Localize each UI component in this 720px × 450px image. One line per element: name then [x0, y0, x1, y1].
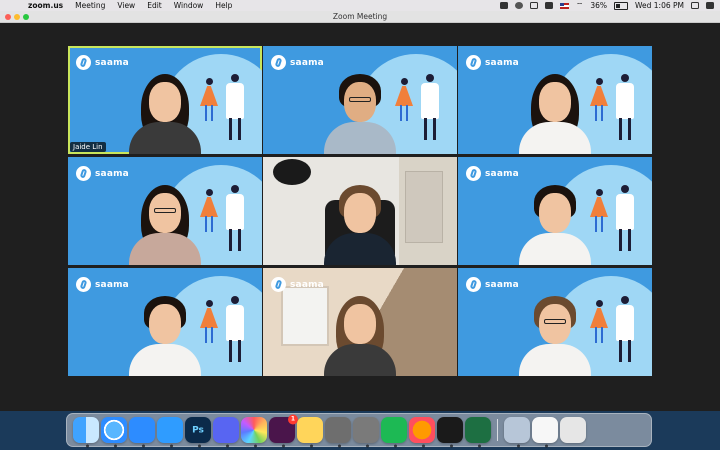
menu-clock[interactable]: Wed 1:06 PM [635, 0, 684, 11]
firefox-icon[interactable] [409, 417, 435, 448]
dock: Ps 1 [66, 413, 652, 448]
saama-logo-text: saama [95, 279, 129, 290]
saama-logo-text: saama [485, 57, 519, 68]
safari-icon[interactable] [101, 417, 127, 448]
participant-tile[interactable]: saama [458, 46, 652, 154]
menu-bar: zoom.us Meeting View Edit Window Help ⌔ … [0, 0, 720, 11]
saama-logo-icon [76, 166, 91, 181]
participant-video [320, 175, 400, 265]
document-icon[interactable] [532, 417, 558, 448]
doctor-illustration [614, 74, 636, 140]
window-titlebar[interactable]: Zoom Meeting [0, 11, 720, 23]
gallery-view: saama Jaide Lin saama saama saama saama … [68, 46, 652, 382]
microphone-icon [273, 159, 311, 185]
participant-video [125, 175, 205, 265]
zoom-icon[interactable] [129, 417, 155, 448]
participant-tile[interactable]: saama [68, 268, 262, 376]
control-center-icon[interactable] [706, 2, 714, 9]
participant-tile[interactable]: saama [263, 46, 457, 154]
doctor-illustration [419, 74, 441, 140]
zoom-status-icon[interactable] [499, 2, 508, 9]
participant-video [125, 286, 205, 376]
saama-logo-icon [76, 277, 91, 292]
display-icon[interactable] [529, 2, 538, 9]
preview-icon[interactable] [504, 417, 530, 448]
menu-app[interactable]: zoom.us [28, 0, 63, 11]
saama-logo: saama [76, 277, 129, 292]
input-source-flag-icon[interactable] [559, 2, 569, 9]
discord-icon[interactable] [213, 417, 239, 448]
saama-logo-text: saama [485, 279, 519, 290]
participant-tile[interactable] [263, 157, 457, 265]
spotify-icon[interactable] [381, 417, 407, 448]
doctor-illustration [614, 185, 636, 251]
messages-icon[interactable] [157, 417, 183, 448]
participant-tile[interactable]: saama [458, 157, 652, 265]
zoom-window: Zoom Meeting saama Jaide Lin saama saama… [0, 11, 720, 411]
saama-logo-icon [76, 55, 91, 70]
finder-icon[interactable] [73, 417, 99, 448]
dock-separator [497, 419, 498, 441]
participant-video [515, 286, 595, 376]
participant-tile[interactable]: saama [458, 268, 652, 376]
saama-logo-icon [466, 55, 481, 70]
saama-logo-icon [271, 277, 286, 292]
volume-icon[interactable] [544, 2, 553, 9]
saama-logo: saama [271, 277, 324, 292]
slack-icon[interactable]: 1 [269, 414, 298, 448]
saama-logo-text: saama [95, 168, 129, 179]
doctor-illustration [224, 296, 246, 362]
saama-logo: saama [466, 166, 519, 181]
window-title: Zoom Meeting [332, 12, 388, 21]
trash-icon[interactable] [560, 417, 586, 443]
saama-logo-text: saama [290, 57, 324, 68]
doctor-illustration [224, 74, 246, 140]
menu-view[interactable]: View [117, 0, 135, 11]
excel-icon[interactable] [465, 417, 491, 448]
saama-logo-text: saama [95, 57, 129, 68]
spotlight-icon[interactable] [691, 2, 699, 9]
menu-window[interactable]: Window [174, 0, 204, 11]
menu-edit[interactable]: Edit [147, 0, 162, 11]
participant-video [125, 64, 205, 154]
saama-logo-text: saama [290, 279, 324, 290]
wifi-icon[interactable]: ⌔ [576, 0, 584, 11]
saama-logo-text: saama [485, 168, 519, 179]
launchpad-icon[interactable] [325, 417, 351, 448]
doctor-illustration [614, 296, 636, 362]
photoshop-icon[interactable]: Ps [185, 417, 211, 448]
participant-tile[interactable]: saama [68, 157, 262, 265]
saama-logo: saama [466, 277, 519, 292]
status-icon[interactable] [514, 2, 523, 9]
participant-tile[interactable]: saama Jaide Lin [68, 46, 262, 154]
saama-logo: saama [76, 55, 129, 70]
saama-logo-icon [466, 277, 481, 292]
battery-percent: 36% [590, 1, 608, 10]
saama-logo: saama [76, 166, 129, 181]
menu-help[interactable]: Help [215, 0, 232, 11]
participant-name-label: Jaide Lin [70, 142, 106, 152]
system-preferences-icon[interactable] [353, 417, 379, 448]
participant-video [320, 286, 400, 376]
photos-icon[interactable] [241, 417, 267, 448]
menu-meeting[interactable]: Meeting [75, 0, 105, 11]
saama-logo: saama [466, 55, 519, 70]
participant-video [515, 175, 595, 265]
acrobat-icon[interactable] [437, 417, 463, 448]
saama-logo: saama [271, 55, 324, 70]
participant-video [515, 64, 595, 154]
photoshop-icon-label: Ps [192, 425, 204, 436]
saama-logo-icon [466, 166, 481, 181]
saama-logo-icon [271, 55, 286, 70]
room-door [405, 171, 443, 243]
battery-icon[interactable] [614, 1, 629, 10]
notes-icon[interactable] [297, 417, 323, 448]
doctor-illustration [224, 185, 246, 251]
participant-video [320, 64, 400, 154]
participant-tile[interactable]: saama [263, 268, 457, 376]
